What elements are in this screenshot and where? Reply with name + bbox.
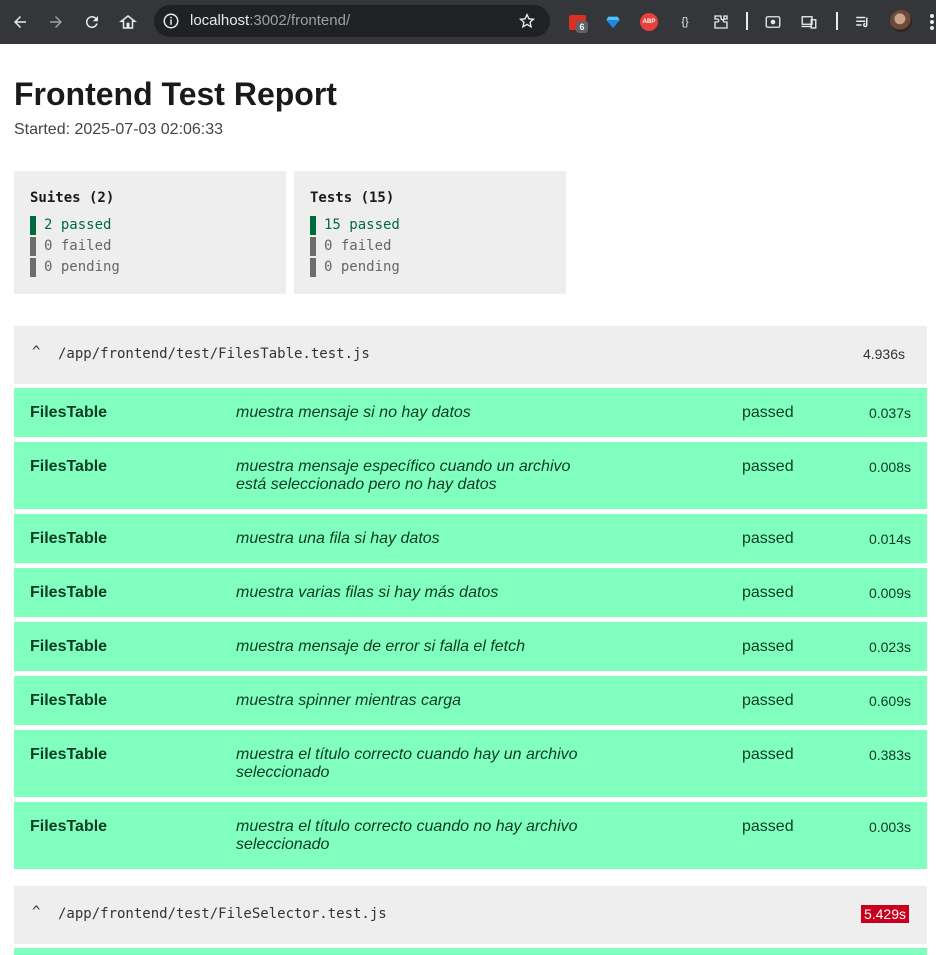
test-row: FilesTable muestra el título correcto cu… — [14, 802, 927, 869]
test-suite-name: FilesTable — [30, 818, 108, 835]
puzzle-icon[interactable] — [710, 11, 732, 33]
test-suite-name: FilesTable — [30, 404, 108, 421]
tests-summary-title: Tests (15) — [310, 190, 395, 206]
test-row: FilesTable muestra una fila si hay datos… — [14, 514, 927, 563]
adblock-label: ABP — [640, 13, 658, 31]
tests-failed-count: 0 failed — [310, 236, 550, 257]
test-suite-name: FilesTable — [30, 692, 108, 709]
reload-icon[interactable] — [78, 8, 106, 36]
test-title: muestra mensaje específico cuando un arc… — [236, 458, 571, 493]
back-icon[interactable] — [6, 8, 34, 36]
toolbar-divider — [746, 12, 748, 30]
test-status: passed — [742, 746, 794, 763]
url-host: localhost — [190, 12, 250, 29]
tests-summary: Tests (15) 15 passed 0 failed 0 pending — [294, 171, 566, 294]
test-row — [14, 948, 927, 955]
suite-path: /app/frontend/test/FilesTable.test.js — [58, 346, 370, 362]
test-title: muestra varias filas si hay más datos — [236, 584, 499, 601]
test-suite-name: FilesTable — [30, 584, 108, 601]
gem-icon[interactable] — [602, 11, 624, 33]
test-duration: 0.609s — [868, 693, 911, 709]
test-duration: 0.003s — [868, 819, 911, 835]
devices-icon[interactable] — [798, 11, 820, 33]
test-duration: 0.023s — [868, 639, 911, 655]
site-info-icon[interactable] — [162, 12, 180, 30]
suites-summary: Suites (2) 2 passed 0 failed 0 pending — [14, 171, 286, 294]
suite-duration-slow-badge: 5.429s — [860, 905, 909, 923]
test-status: passed — [742, 638, 794, 655]
url-text[interactable]: localhost:3002/frontend/ — [190, 12, 350, 30]
forward-icon[interactable] — [42, 8, 70, 36]
extension-badge-count: 6 — [576, 21, 588, 33]
test-title: muestra spinner mientras carga — [236, 692, 461, 709]
suite-header[interactable]: ^ /app/frontend/test/FilesTable.test.js … — [14, 326, 927, 384]
screenshot-icon[interactable] — [762, 11, 784, 33]
braces-icon[interactable]: {} — [674, 11, 696, 33]
url-path: :3002/frontend/ — [249, 12, 351, 29]
tests-passed-count: 15 passed — [310, 215, 550, 236]
suites-summary-title: Suites (2) — [30, 190, 115, 206]
test-duration: 0.383s — [868, 747, 911, 763]
suites-failed-count: 0 failed — [30, 236, 270, 257]
extension-icon[interactable]: 6 — [566, 11, 588, 33]
test-duration: 0.014s — [868, 531, 911, 547]
test-suite-name: FilesTable — [30, 530, 108, 547]
collapse-toggle-icon[interactable]: ^ — [32, 344, 40, 360]
suite-duration: 4.936s — [862, 346, 905, 362]
test-suite-name: FilesTable — [30, 746, 108, 763]
page-title: Frontend Test Report — [14, 76, 337, 112]
test-row: FilesTable muestra el título correcto cu… — [14, 730, 927, 797]
test-status: passed — [742, 530, 794, 547]
suites-pending-count: 0 pending — [30, 257, 270, 278]
test-suite-name: FilesTable — [30, 638, 108, 655]
test-status: passed — [742, 404, 794, 421]
test-status: passed — [742, 818, 794, 835]
suite-path: /app/frontend/test/FileSelector.test.js — [58, 906, 387, 922]
test-row: FilesTable muestra spinner mientras carg… — [14, 676, 927, 725]
started-timestamp: Started: 2025-07-03 02:06:33 — [14, 121, 224, 138]
test-row: FilesTable muestra mensaje de error si f… — [14, 622, 927, 671]
toolbar-divider — [836, 12, 838, 30]
collapse-toggle-icon[interactable]: ^ — [32, 904, 40, 920]
test-title: muestra mensaje si no hay datos — [236, 404, 471, 421]
suites-passed-count: 2 passed — [30, 215, 270, 236]
test-title: muestra el título correcto cuando hay un… — [236, 746, 578, 781]
tests-pending-count: 0 pending — [310, 257, 550, 278]
home-icon[interactable] — [114, 8, 142, 36]
browser-toolbar: localhost:3002/frontend/ 6 ABP {} — [0, 0, 936, 44]
test-status: passed — [742, 584, 794, 601]
test-row: FilesTable muestra mensaje específico cu… — [14, 442, 927, 509]
test-status: passed — [742, 692, 794, 709]
test-duration: 0.009s — [868, 585, 911, 601]
test-row: FilesTable muestra mensaje si no hay dat… — [14, 388, 927, 437]
avatar[interactable] — [890, 10, 912, 32]
menu-icon[interactable] — [928, 12, 936, 32]
test-duration: 0.008s — [868, 459, 911, 475]
bookmark-star-icon[interactable] — [518, 12, 536, 30]
test-status: passed — [742, 458, 794, 475]
address-bar[interactable]: localhost:3002/frontend/ — [154, 5, 550, 37]
queue-icon[interactable] — [852, 11, 874, 33]
test-title: muestra mensaje de error si falla el fet… — [236, 638, 526, 655]
test-row: FilesTable muestra varias filas si hay m… — [14, 568, 927, 617]
test-duration: 0.037s — [868, 405, 911, 421]
adblock-icon[interactable]: ABP — [638, 11, 660, 33]
test-suite-name: FilesTable — [30, 458, 108, 475]
test-title: muestra el título correcto cuando no hay… — [236, 818, 578, 853]
test-title: muestra una fila si hay datos — [236, 530, 440, 547]
suite-header[interactable]: ^ /app/frontend/test/FileSelector.test.j… — [14, 886, 927, 944]
